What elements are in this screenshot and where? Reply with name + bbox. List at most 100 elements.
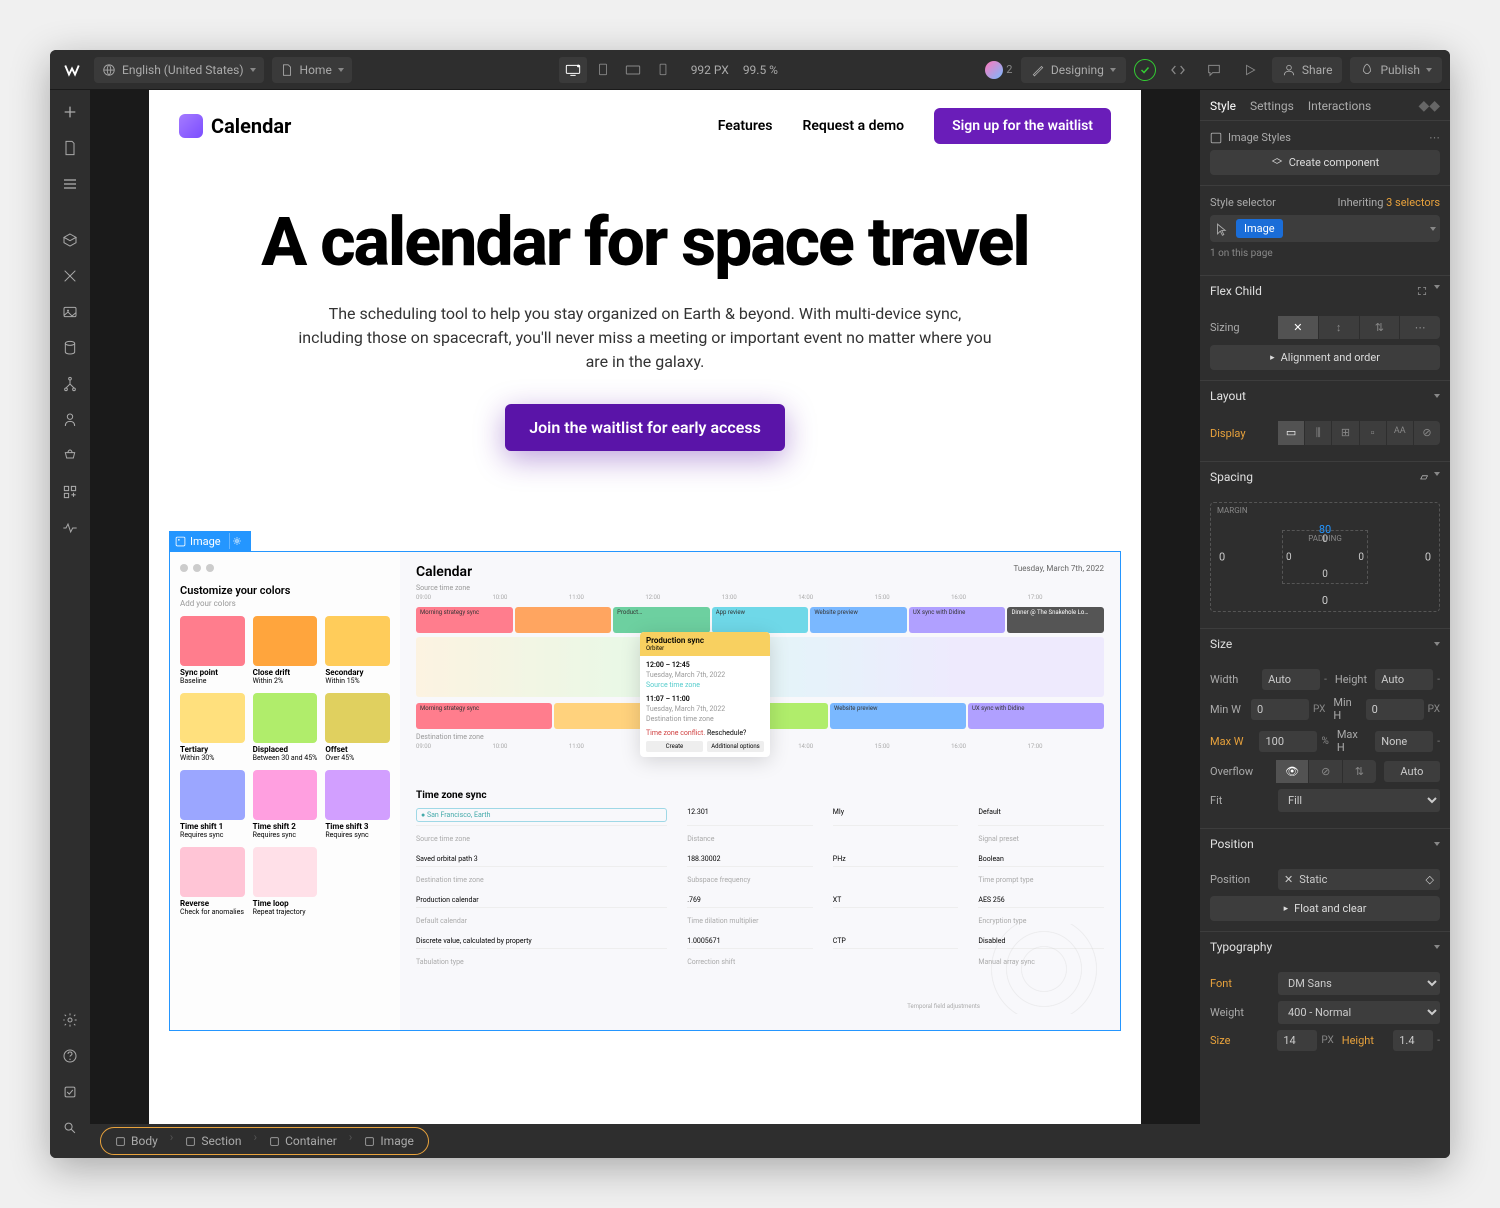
- gear-icon[interactable]: [229, 533, 245, 549]
- sizing-none-icon[interactable]: ⇅: [1360, 316, 1401, 339]
- spacing-editor[interactable]: MARGIN 80 0 0 0 PADDING 0 00 0: [1210, 502, 1440, 612]
- create-component-button[interactable]: Create component: [1210, 150, 1440, 175]
- collaborator-avatar[interactable]: 2: [985, 57, 1013, 83]
- margin-bottom-value[interactable]: 0: [1322, 594, 1328, 607]
- nav-link-features[interactable]: Features: [718, 118, 773, 134]
- ecommerce-icon[interactable]: [56, 442, 84, 470]
- webflow-logo-icon[interactable]: [58, 56, 86, 84]
- tab-interactions[interactable]: Interactions: [1308, 99, 1371, 113]
- help-icon[interactable]: [56, 1042, 84, 1070]
- breadcrumb-container[interactable]: Container: [259, 1130, 347, 1152]
- add-icon[interactable]: [56, 98, 84, 126]
- chevron-down-icon[interactable]: [1434, 642, 1440, 646]
- breadcrumb-body[interactable]: Body: [105, 1130, 168, 1152]
- selection-label[interactable]: Image: [169, 531, 251, 551]
- activity-icon[interactable]: [56, 514, 84, 542]
- selector-tag[interactable]: Image: [1236, 219, 1283, 238]
- chevron-down-icon[interactable]: [1434, 945, 1440, 949]
- chevron-down-icon[interactable]: [1434, 472, 1440, 476]
- hero-body[interactable]: The scheduling tool to help you stay org…: [295, 302, 995, 374]
- chevron-down-icon[interactable]: [1430, 227, 1436, 231]
- status-check-icon[interactable]: [1134, 59, 1156, 81]
- position-select[interactable]: ✕ Static◇: [1278, 869, 1440, 890]
- variables-icon[interactable]: [56, 262, 84, 290]
- padding-bottom-value[interactable]: 0: [1322, 569, 1328, 580]
- more-icon[interactable]: ⋯: [1429, 131, 1440, 144]
- weight-select[interactable]: 400 - Normal: [1278, 1001, 1440, 1024]
- code-icon[interactable]: [1164, 57, 1192, 83]
- font-select[interactable]: DM Sans: [1278, 972, 1440, 995]
- chevron-down-icon[interactable]: [1434, 842, 1440, 846]
- preview-icon[interactable]: [1236, 57, 1264, 83]
- sizing-more-icon[interactable]: ⋯: [1400, 316, 1440, 339]
- overflow-auto[interactable]: Auto: [1384, 761, 1440, 782]
- section-spacing[interactable]: Spacing: [1210, 470, 1253, 484]
- maxw-input[interactable]: [1259, 731, 1317, 752]
- section-layout[interactable]: Layout: [1210, 389, 1246, 403]
- mode-switcher[interactable]: Designing: [1021, 57, 1126, 83]
- overflow-segmented[interactable]: 👁 ⊘ ⇅: [1276, 760, 1376, 783]
- sizing-shrink-icon[interactable]: ✕: [1278, 316, 1319, 339]
- section-position[interactable]: Position: [1210, 837, 1254, 851]
- section-size[interactable]: Size: [1210, 637, 1232, 651]
- share-button[interactable]: Share: [1272, 57, 1343, 83]
- line-height-input[interactable]: [1393, 1030, 1433, 1051]
- sizing-grow-icon[interactable]: ↕: [1319, 316, 1360, 339]
- padding-left-value[interactable]: 0: [1286, 552, 1292, 563]
- tab-style[interactable]: Style: [1210, 99, 1236, 113]
- padding-right-value[interactable]: 0: [1358, 552, 1364, 563]
- overflow-visible-icon[interactable]: 👁: [1276, 760, 1310, 783]
- display-none-icon[interactable]: ⊘: [1414, 421, 1440, 445]
- alignment-order-button[interactable]: ▸Alignment and order: [1210, 345, 1440, 370]
- minw-input[interactable]: [1251, 699, 1309, 720]
- overflow-hidden-icon[interactable]: ⊘: [1309, 760, 1343, 783]
- breakpoint-tablet-icon[interactable]: [589, 57, 617, 83]
- components-icon[interactable]: [56, 226, 84, 254]
- float-clear-button[interactable]: ▸Float and clear: [1210, 896, 1440, 921]
- fit-select[interactable]: Fill: [1278, 789, 1440, 812]
- settings-icon[interactable]: [56, 1006, 84, 1034]
- display-segmented[interactable]: ▭ ⫼ ⊞ ▫ AA ⊘: [1278, 421, 1440, 445]
- display-inline-icon[interactable]: AA: [1387, 421, 1414, 445]
- hero-cta-button[interactable]: Join the waitlist for early access: [505, 404, 785, 451]
- width-input[interactable]: [1262, 669, 1320, 690]
- logic-icon[interactable]: [56, 370, 84, 398]
- margin-left-value[interactable]: 0: [1219, 551, 1225, 564]
- overflow-scroll-icon[interactable]: ⇅: [1343, 760, 1376, 783]
- display-block-icon[interactable]: ▭: [1278, 421, 1305, 445]
- publish-button[interactable]: Publish: [1350, 57, 1442, 83]
- margin-right-value[interactable]: 0: [1425, 551, 1431, 564]
- cms-icon[interactable]: [56, 334, 84, 362]
- font-size-input[interactable]: [1277, 1030, 1317, 1051]
- design-canvas[interactable]: Calendar Features Request a demo Sign up…: [90, 90, 1200, 1158]
- assets-icon[interactable]: [56, 298, 84, 326]
- selected-image-element[interactable]: Image Customize your colors Add your col…: [169, 551, 1121, 1031]
- nav-link-demo[interactable]: Request a demo: [803, 118, 905, 134]
- breadcrumb-section[interactable]: Section: [175, 1130, 251, 1152]
- display-grid-icon[interactable]: ⊞: [1332, 421, 1359, 445]
- site-logo[interactable]: Calendar: [179, 114, 291, 138]
- breakpoint-landscape-icon[interactable]: [619, 57, 647, 83]
- spacing-preset-icon[interactable]: ▱: [1420, 472, 1428, 483]
- page-body[interactable]: Calendar Features Request a demo Sign up…: [149, 90, 1141, 1124]
- navigator-icon[interactable]: [56, 170, 84, 198]
- chevron-down-icon[interactable]: [1434, 394, 1440, 398]
- expand-icon[interactable]: [1416, 285, 1428, 297]
- chevron-down-icon[interactable]: [1434, 285, 1440, 289]
- search-icon[interactable]: [56, 1114, 84, 1142]
- nav-cta-button[interactable]: Sign up for the waitlist: [934, 108, 1111, 144]
- pages-icon[interactable]: [56, 134, 84, 162]
- tab-settings[interactable]: Settings: [1250, 99, 1294, 113]
- display-flex-icon[interactable]: ⫼: [1305, 421, 1332, 445]
- users-icon[interactable]: [56, 406, 84, 434]
- raindrops-icon[interactable]: ◆◆: [1418, 98, 1440, 114]
- maxh-input[interactable]: [1375, 731, 1433, 752]
- display-inlineblock-icon[interactable]: ▫: [1360, 421, 1387, 445]
- audit-icon[interactable]: [56, 1078, 84, 1106]
- breadcrumb-image[interactable]: Image: [354, 1130, 423, 1152]
- section-flex-child[interactable]: Flex Child: [1210, 284, 1262, 298]
- page-selector[interactable]: Home: [272, 57, 352, 83]
- comment-icon[interactable]: [1200, 57, 1228, 83]
- section-typography[interactable]: Typography: [1210, 940, 1272, 954]
- breakpoint-mobile-icon[interactable]: [649, 57, 677, 83]
